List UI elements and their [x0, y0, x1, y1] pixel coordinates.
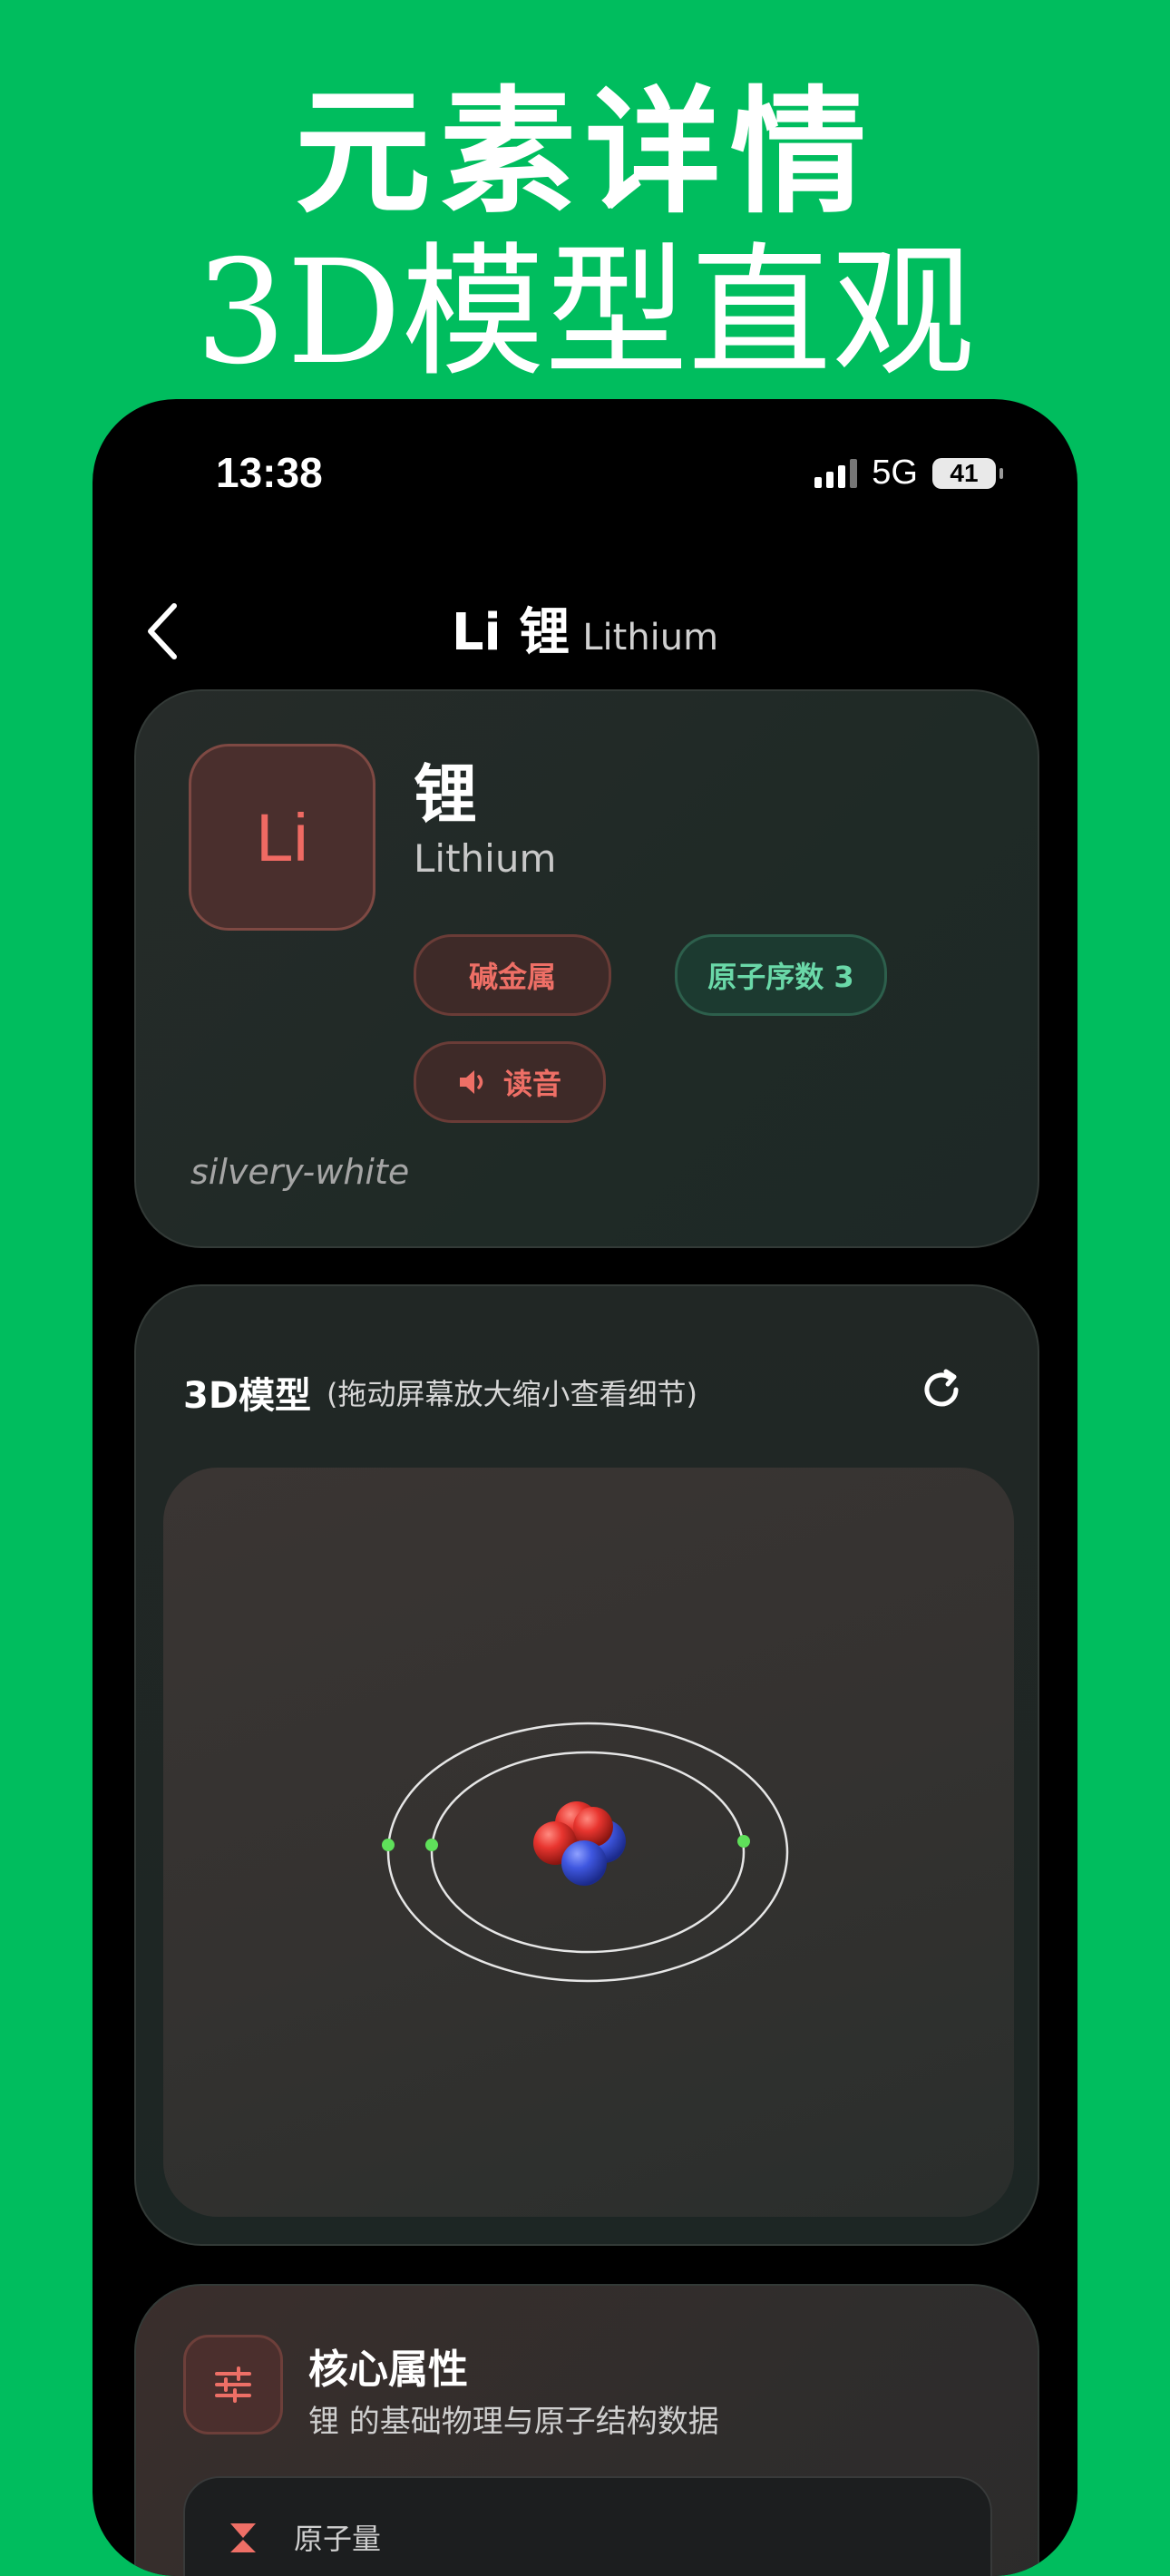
- atomic-weight-row[interactable]: 原子量: [183, 2476, 992, 2576]
- model-title: 3D模型: [183, 1375, 312, 1417]
- element-summary-card: Li 锂 Lithium 碱金属 原子序数 3 读音 silvery-white: [134, 689, 1039, 1248]
- atom-model: [382, 1722, 789, 1983]
- electron: [382, 1839, 395, 1851]
- proton: [573, 1807, 613, 1847]
- battery-icon: 41: [932, 457, 1003, 489]
- sliders-icon: [183, 2335, 283, 2435]
- model-viewport[interactable]: [163, 1468, 1014, 2217]
- page-title-symbol: Li 锂: [451, 603, 570, 662]
- atomic-number-chip: 原子序数 3: [675, 934, 887, 1016]
- appearance-text: silvery-white: [190, 1152, 410, 1192]
- atomic-weight-label: 原子量: [294, 2522, 382, 2556]
- page-title: Li 锂 Lithium: [93, 591, 1077, 665]
- phone-frame: 13:38 5G 41 Li 锂 Lithium Li 锂 Lithium 碱金属…: [93, 399, 1077, 2576]
- status-time: 13:38: [216, 449, 323, 496]
- network-type: 5G: [872, 454, 918, 492]
- properties-title: 核心属性: [308, 2347, 468, 2393]
- status-indicators: 5G 41: [814, 454, 1003, 493]
- category-chip: 碱金属: [414, 934, 611, 1016]
- signal-icon: [814, 458, 858, 488]
- hourglass-icon: [230, 2523, 256, 2552]
- pronounce-button[interactable]: 读音: [414, 1041, 606, 1123]
- electron: [737, 1835, 750, 1848]
- reset-view-button[interactable]: [916, 1364, 967, 1415]
- element-english-name: Lithium: [414, 836, 557, 881]
- promo-title-line2: 3D模型直观: [195, 229, 975, 396]
- refresh-icon: [924, 1369, 959, 1407]
- element-symbol-tile: Li: [189, 744, 375, 931]
- model-hint: (拖动屏幕放大缩小查看细节): [327, 1377, 697, 1411]
- properties-card: 核心属性 锂 的基础物理与原子结构数据 原子量: [134, 2284, 1039, 2576]
- speaker-icon: [459, 1070, 483, 1094]
- element-name: 锂: [414, 757, 477, 832]
- properties-subtitle: 锂 的基础物理与原子结构数据: [308, 2404, 719, 2440]
- neutron: [561, 1840, 607, 1886]
- pronounce-label: 读音: [502, 1067, 561, 1101]
- page-title-english: Lithium: [582, 617, 719, 659]
- promo-title-line1: 元素详情: [294, 73, 875, 232]
- electron: [425, 1839, 438, 1851]
- model-card: 3D模型 (拖动屏幕放大缩小查看细节): [134, 1284, 1039, 2246]
